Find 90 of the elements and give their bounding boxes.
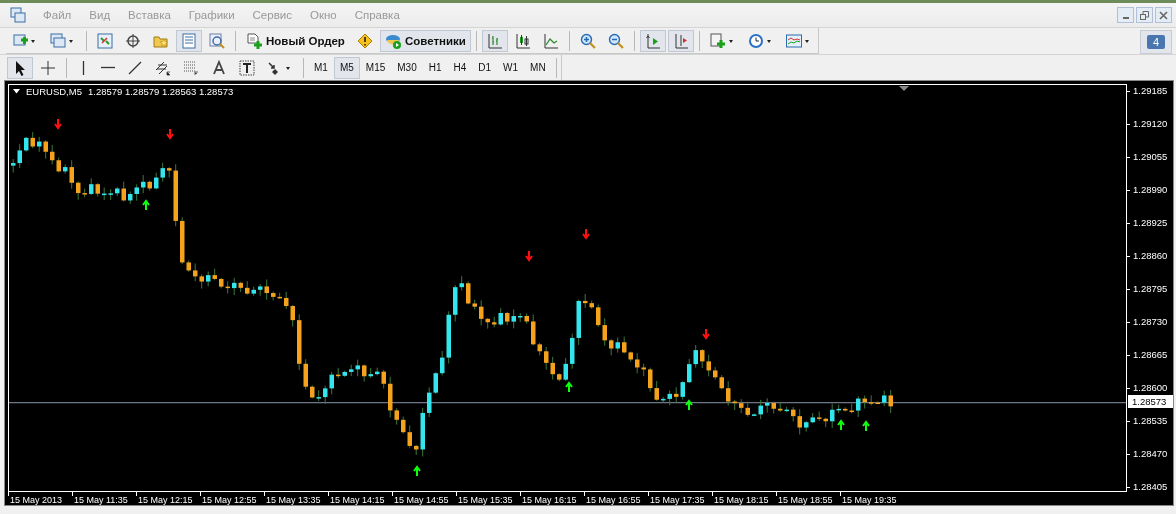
down-arrow-marker (54, 118, 62, 130)
time-label: 15 May 12:55 (200, 492, 264, 505)
down-arrow-marker (166, 128, 174, 140)
price-label: 1.28860 (1127, 249, 1173, 282)
toolbar-button[interactable]: Советники (379, 29, 471, 52)
chart-symbol: EURUSD,M5 (26, 86, 82, 97)
timeframe-button[interactable]: MN (524, 56, 552, 79)
equidistant-channel-icon (155, 59, 171, 76)
price-label: 1.28925 (1127, 216, 1173, 249)
up-arrow-marker (413, 465, 421, 477)
clock-icon (747, 32, 774, 49)
time-label: 15 May 19:35 (840, 492, 904, 505)
price-label: 1.29055 (1127, 150, 1173, 183)
timeframe-button[interactable]: M1 (308, 56, 334, 79)
candlestick-icon (514, 32, 531, 49)
templates-icon (785, 32, 812, 49)
price-label: 1.28535 (1127, 414, 1173, 447)
zoom-in-icon (579, 32, 596, 49)
bar-chart-icon (486, 32, 503, 49)
time-label: 15 May 12:15 (136, 492, 200, 505)
app-icon (10, 7, 26, 23)
time-label: 15 May 16:55 (584, 492, 648, 505)
price-label: 1.28795 (1127, 282, 1173, 315)
time-label: 15 May 14:55 (392, 492, 456, 505)
chart-quotes: 1.28579 1.28579 1.28563 1.28573 (87, 86, 234, 97)
timeframe-button[interactable]: D1 (472, 56, 498, 79)
down-arrow-marker (525, 250, 533, 262)
up-arrow-marker (565, 381, 573, 393)
restore-icon (1140, 10, 1149, 20)
price-label: 1.28470 (1127, 447, 1173, 480)
time-label: 15 May 14:15 (328, 492, 392, 505)
magnifier-document-icon (209, 32, 225, 49)
time-label: 15 May 13:35 (264, 492, 328, 505)
up-arrow-marker (142, 199, 150, 211)
close-button[interactable] (1155, 7, 1172, 23)
up-arrow-marker (685, 399, 693, 411)
chart-shift-icon (672, 32, 689, 49)
dropdown-icon[interactable] (13, 89, 20, 94)
time-label: 15 May 11:35 (72, 492, 136, 505)
new-chart-icon (12, 32, 38, 49)
time-label: 15 May 16:15 (520, 492, 584, 505)
arrows-icon (267, 59, 293, 76)
price-label: 1.28665 (1127, 348, 1173, 381)
zoom-out-icon (607, 32, 624, 49)
fibonacci-grid-icon (183, 59, 199, 76)
vertical-line-icon (81, 60, 85, 75)
close-icon (1159, 10, 1168, 20)
add-indicator-icon (709, 32, 736, 49)
price-label: 1.29120 (1127, 117, 1173, 150)
experts-icon (384, 32, 401, 49)
timeframe-button[interactable]: M5 (333, 56, 360, 79)
trend-line-icon (127, 59, 143, 76)
price-label: 1.28990 (1127, 183, 1173, 216)
profiles-icon (50, 32, 76, 49)
down-arrow-marker (582, 228, 590, 240)
message-count: 4 (1147, 35, 1165, 49)
horizontal-line-icon (101, 66, 115, 69)
timeframe-button[interactable]: M15 (359, 56, 392, 79)
time-label: 15 May 15:35 (456, 492, 520, 505)
text-icon (211, 59, 227, 76)
price-label: 1.28405 (1127, 480, 1173, 513)
text-label-icon (239, 59, 255, 76)
current-price-label: 1.28573 (1128, 395, 1173, 409)
restore-button[interactable] (1136, 7, 1153, 23)
crosshair-icon (125, 32, 141, 49)
notification-badge[interactable]: 4 (1140, 30, 1172, 54)
time-label: 15 May 17:35 (648, 492, 712, 505)
market-watch-icon (97, 32, 113, 49)
time-label: 15 May 18:55 (776, 492, 840, 505)
toolbar-button[interactable]: Новый Ордер (241, 29, 350, 52)
data-window-icon (181, 32, 197, 49)
drawing-tool-button[interactable] (7, 56, 33, 79)
up-arrow-marker (862, 420, 870, 432)
time-label: 15 May 2013 (8, 492, 72, 505)
down-arrow-marker (702, 328, 710, 340)
autoscroll-icon (644, 32, 661, 49)
line-chart-icon (542, 32, 559, 49)
time-label: 15 May 18:15 (712, 492, 776, 505)
timeframe-button[interactable]: M30 (391, 56, 423, 79)
minimize-button[interactable] (1117, 7, 1134, 23)
timeframe-button[interactable]: H1 (422, 56, 448, 79)
timeframe-button[interactable]: W1 (497, 56, 525, 79)
timeframe-button[interactable]: H4 (447, 56, 473, 79)
document-plus-icon (246, 32, 262, 49)
warning-icon (356, 32, 373, 49)
chart-shift-marker[interactable] (899, 86, 909, 91)
price-label: 1.28730 (1127, 315, 1173, 348)
up-arrow-marker (837, 419, 845, 431)
crosshair-icon (40, 59, 56, 76)
price-label: 1.29185 (1127, 84, 1173, 117)
